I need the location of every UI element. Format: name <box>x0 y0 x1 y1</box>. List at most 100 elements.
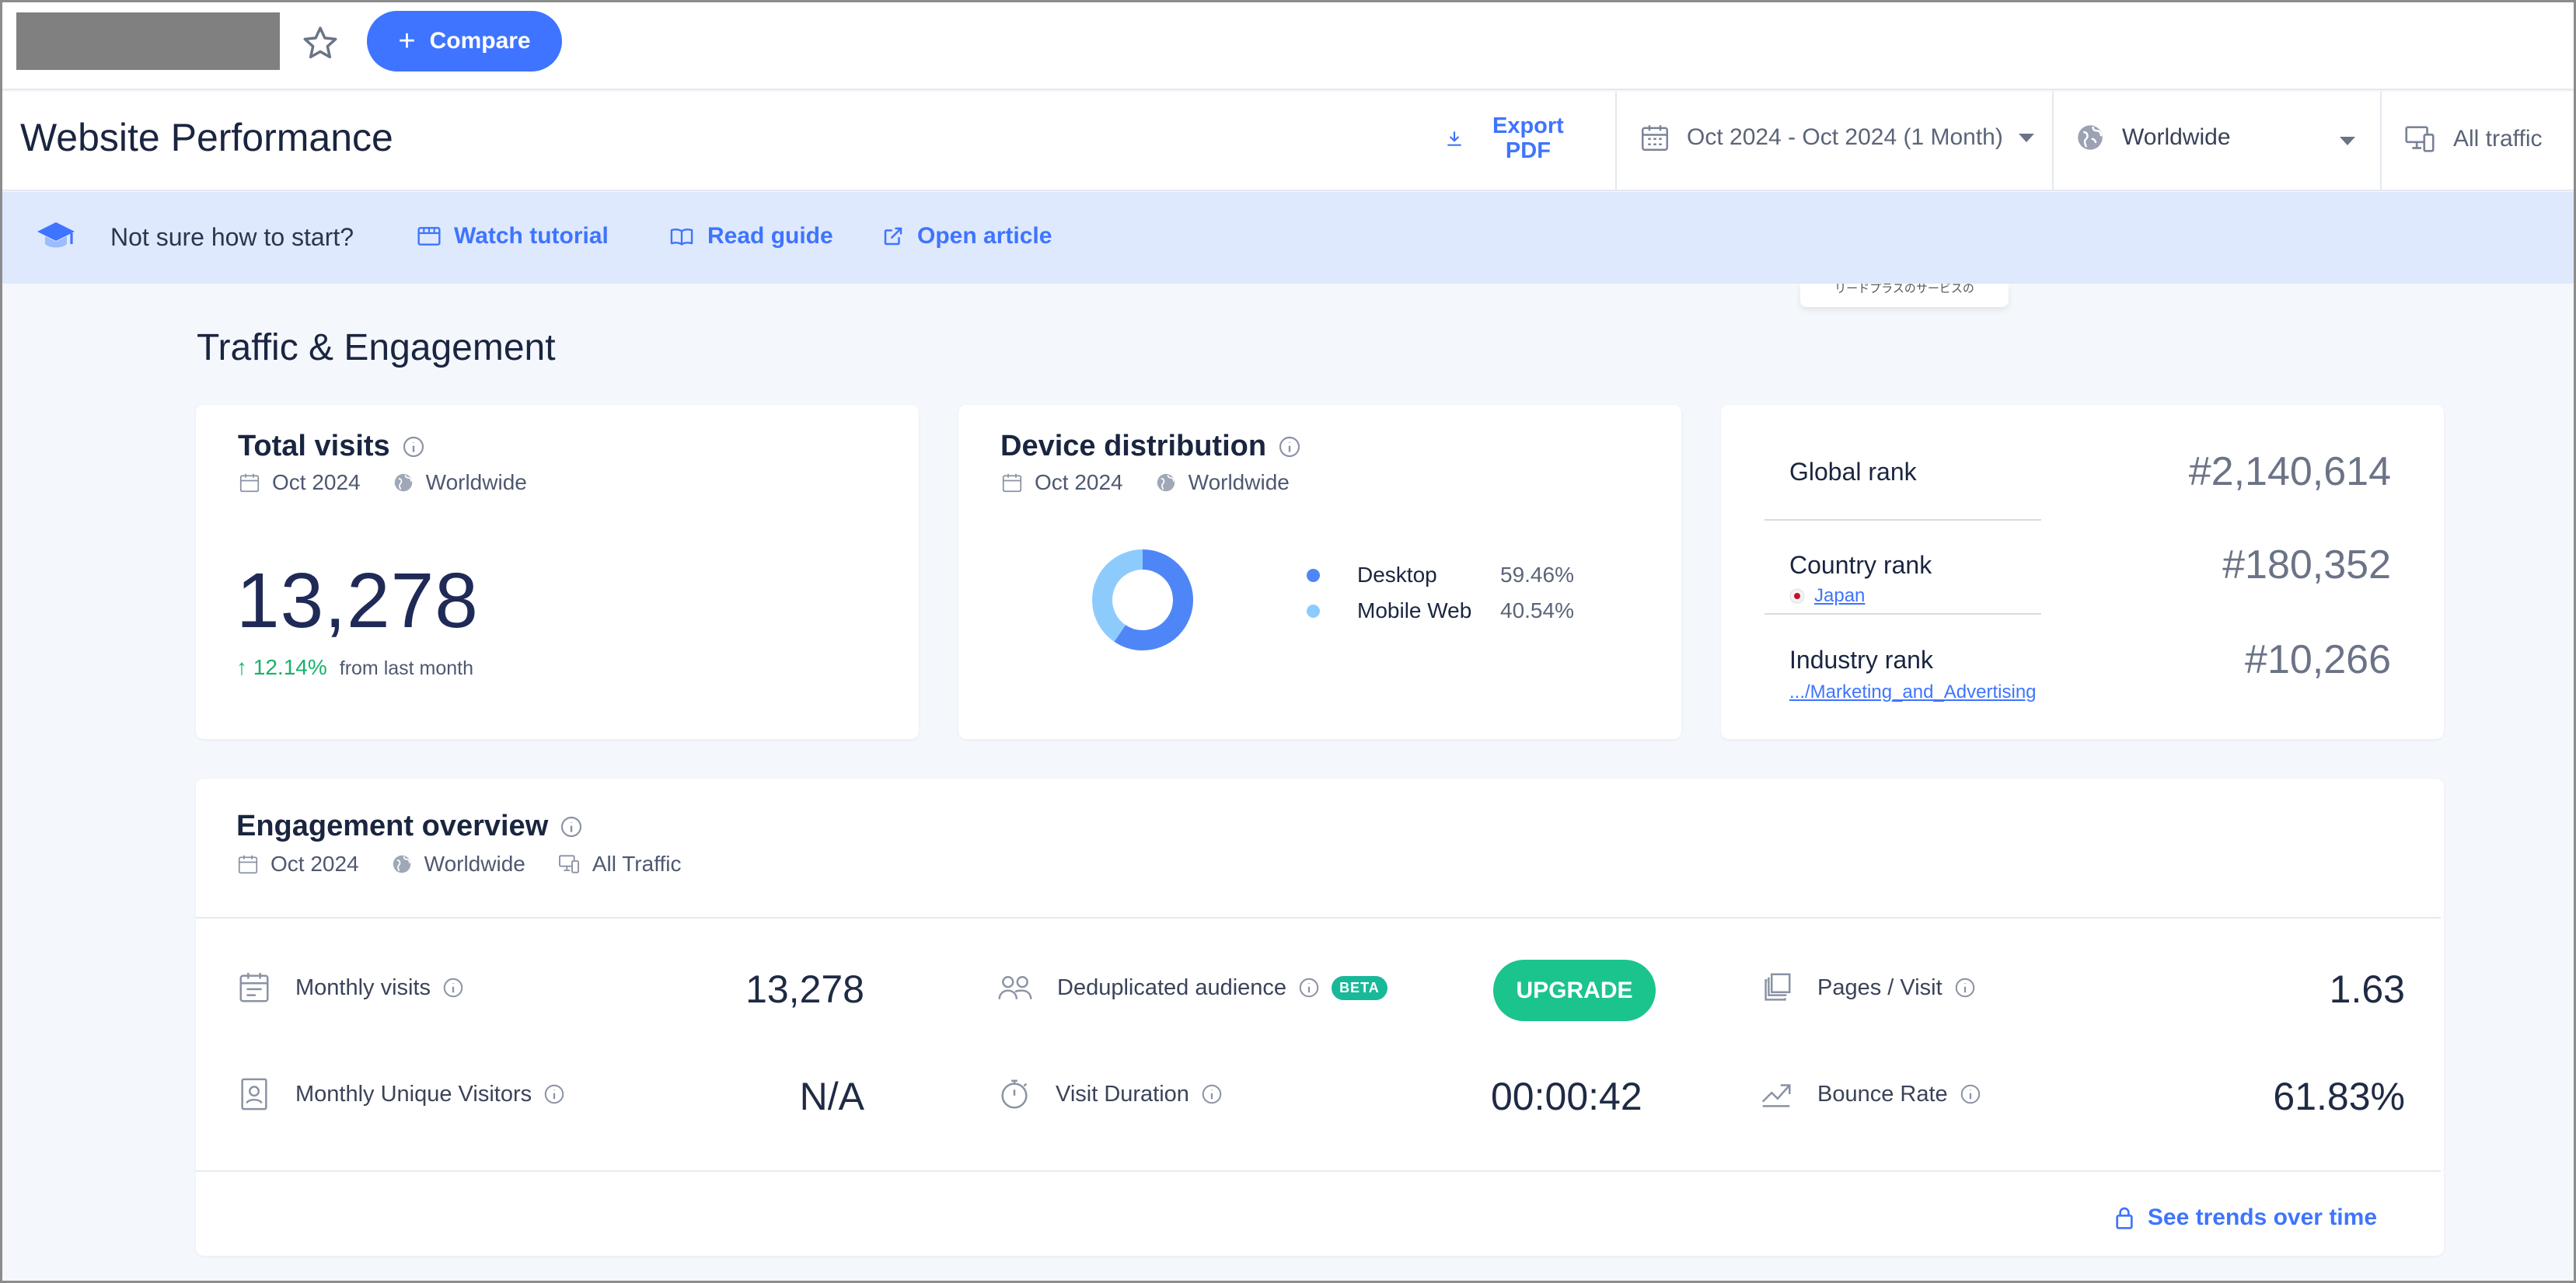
device-distribution-geo: Worldwide <box>1188 470 1290 494</box>
pages-per-visit-value: 1.63 <box>2329 967 2405 1011</box>
country-text: Worldwide <box>2122 124 2231 150</box>
total-visits-date: Oct 2024 <box>272 470 361 494</box>
star-icon[interactable] <box>300 23 340 64</box>
info-icon[interactable] <box>543 1083 566 1106</box>
chevron-down-icon[interactable] <box>2340 137 2355 145</box>
page-title: Website Performance <box>20 116 393 159</box>
export-pdf-label: Export PDF <box>1492 113 1564 163</box>
industry-rank-value: #10,266 <box>2245 637 2391 682</box>
upgrade-button[interactable]: UPGRADE <box>1493 960 1656 1021</box>
info-icon[interactable] <box>1277 434 1302 459</box>
header-divider <box>1615 92 1617 191</box>
read-guide-link[interactable]: Read guide <box>668 223 833 249</box>
globe-icon <box>393 855 410 873</box>
bounce-rate-metric: Bounce Rate <box>1758 1076 1982 1112</box>
monthly-visits-metric: Monthly visits <box>236 970 465 1006</box>
legend-name-mobile-web: Mobile Web <box>1357 598 1472 622</box>
unique-visitors-value: N/A <box>799 1075 864 1118</box>
global-rank-value: #2,140,614 <box>2188 449 2391 494</box>
total-visits-title-text: Total visits <box>238 430 390 462</box>
total-visits-geo: Worldwide <box>425 470 527 494</box>
deduplicated-audience-metric: Deduplicated audience BETA <box>997 970 1387 1006</box>
visit-duration-value: 00:00:42 <box>1491 1075 1642 1118</box>
overlapping-popup-fragment: リードプラスのサービスの <box>1800 284 2009 307</box>
global-rank-label: Global rank <box>1789 458 1917 486</box>
export-pdf-button[interactable]: Export PDF <box>1444 113 1564 163</box>
devices-icon <box>2405 126 2435 152</box>
info-icon[interactable] <box>1200 1083 1223 1106</box>
total-visits-meta: Oct 2024 Worldwide <box>238 470 527 495</box>
industry-rank-link[interactable]: .../Marketing_and_Advertising <box>1789 682 2037 703</box>
bounce-rate-label-text: Bounce Rate <box>1817 1081 1948 1107</box>
country-selector[interactable]: Worldwide <box>2074 121 2231 154</box>
see-trends-label: See trends over time <box>2147 1205 2377 1230</box>
device-donut-chart <box>1092 549 1193 650</box>
info-icon[interactable] <box>1953 976 1977 999</box>
pages-per-visit-metric: Pages / Visit <box>1758 970 1977 1006</box>
global-rank-row: Global rank #2,140,614 <box>1721 405 2444 498</box>
device-distribution-card: Device distribution Oct 2024 Worldwide D… <box>958 405 1681 739</box>
info-icon[interactable] <box>401 434 426 459</box>
watch-tutorial-link[interactable]: Watch tutorial <box>417 223 609 249</box>
trend-up-icon <box>1761 1084 1791 1107</box>
calendar-icon <box>238 855 258 874</box>
beta-badge: BETA <box>1332 975 1387 1000</box>
device-distribution-title-text: Device distribution <box>1000 430 1267 462</box>
legend-item-desktop: Desktop 59.46% <box>1307 557 1574 593</box>
traffic-source-text: All traffic <box>2453 126 2543 152</box>
pages-icon <box>1764 973 1791 1001</box>
globe-icon <box>2078 125 2103 150</box>
info-icon[interactable] <box>559 814 584 839</box>
monthly-visits-label: Monthly visits <box>295 975 465 1001</box>
video-icon <box>417 227 441 246</box>
calendar-icon <box>1642 125 1668 151</box>
read-guide-label: Read guide <box>707 223 833 249</box>
calendar-icon <box>239 972 269 1002</box>
info-icon[interactable] <box>1959 1083 1982 1106</box>
legend-value-desktop: 59.46% <box>1500 563 1574 587</box>
open-article-link[interactable]: Open article <box>881 223 1052 249</box>
country-rank-value: #180,352 <box>2222 542 2391 587</box>
user-badge-icon <box>241 1078 267 1110</box>
country-rank-row: Country rank Japan #180,352 <box>1721 498 2444 606</box>
unique-visitors-label-text: Monthly Unique Visitors <box>295 1081 532 1107</box>
legend-item-mobile-web: Mobile Web 40.54% <box>1307 593 1574 629</box>
visit-duration-label-text: Visit Duration <box>1056 1081 1189 1107</box>
info-icon[interactable] <box>442 976 465 999</box>
devices-icon <box>558 855 579 873</box>
header-divider <box>2380 92 2382 191</box>
tutorial-banner: Not sure how to start? Watch tutorial Re… <box>0 192 2576 284</box>
total-visits-card: Total visits Oct 2024 Worldwide 13,278 ↑… <box>196 405 919 739</box>
download-icon <box>1447 131 1461 146</box>
legend-name-desktop: Desktop <box>1357 563 1437 587</box>
legend-dot-desktop <box>1307 568 1320 582</box>
traffic-source-selector[interactable]: All traffic <box>2402 121 2542 157</box>
country-rank-label: Country rank <box>1789 551 1932 579</box>
monthly-visits-label-text: Monthly visits <box>295 974 431 1000</box>
calendar-icon <box>239 473 260 493</box>
engagement-meta: Oct 2024 Worldwide All Traffic <box>236 852 681 877</box>
external-link-icon <box>884 227 902 246</box>
redacted-site-name <box>16 12 280 70</box>
device-distribution-date: Oct 2024 <box>1035 470 1123 494</box>
visits-change-percent: ↑ 12.14% <box>236 655 327 680</box>
lock-icon <box>2116 1207 2133 1229</box>
pages-per-visit-label-text: Pages / Visit <box>1817 974 1942 1000</box>
industry-rank-label: Industry rank <box>1789 646 1933 674</box>
book-icon <box>670 228 693 246</box>
date-range-selector[interactable]: Oct 2024 - Oct 2024 (1 Month) <box>1639 121 2034 154</box>
watch-tutorial-label: Watch tutorial <box>454 223 609 249</box>
total-visits-value: 13,278 <box>236 557 479 644</box>
engagement-overview-title: Engagement overview <box>236 810 584 843</box>
info-icon[interactable] <box>1297 976 1321 999</box>
chevron-down-icon <box>2018 133 2034 142</box>
compare-button[interactable]: + Compare <box>367 11 562 71</box>
compare-label: Compare <box>429 28 531 54</box>
users-icon <box>998 975 1032 999</box>
engagement-overview-title-text: Engagement overview <box>236 810 549 842</box>
engagement-geo: Worldwide <box>424 852 525 876</box>
engagement-divider <box>196 1170 2441 1172</box>
visit-duration-label: Visit Duration <box>1056 1082 1223 1107</box>
see-trends-link[interactable]: See trends over time <box>2114 1205 2377 1231</box>
calendar-icon <box>1002 473 1022 493</box>
